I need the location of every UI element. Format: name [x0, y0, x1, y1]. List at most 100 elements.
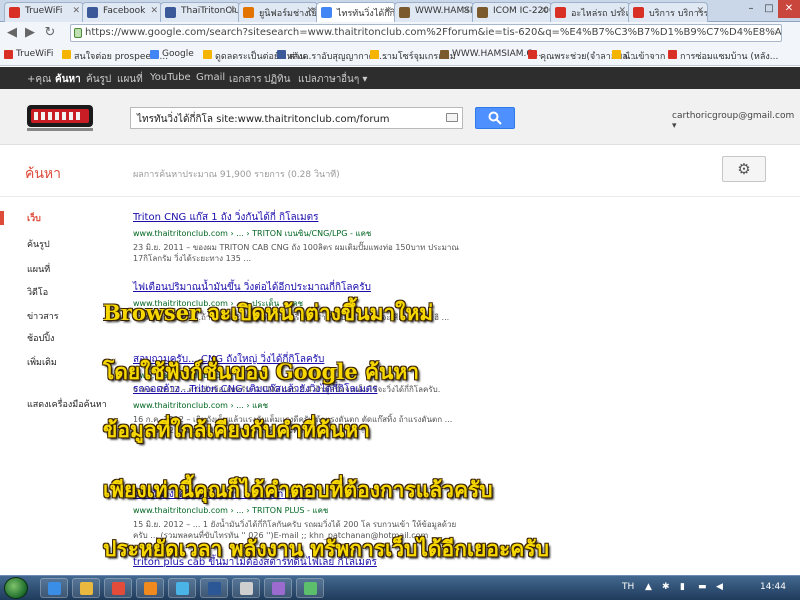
taskbar-button[interactable]	[104, 578, 132, 598]
result-stats: ผลการค้นหาประมาณ 91,900 รายการ (0.28 วิน…	[133, 170, 340, 180]
bookmark-label: การซ่อมแซมบ้าน (หลัง...	[680, 52, 779, 62]
google-bar-link[interactable]: แผนที่	[117, 72, 143, 87]
close-tab-icon[interactable]: ✕	[384, 6, 392, 16]
browser-tab[interactable]: TrueWiFi ✕	[4, 2, 84, 22]
close-tab-icon[interactable]: ✕	[306, 6, 314, 16]
start-button[interactable]	[4, 577, 28, 599]
caption-line-4: เพียงเท่านี้คุณก็ได้คำตอบที่ต้องการแล้วค…	[103, 477, 493, 502]
result-snippet: 23 มิ.ย. 2011 – ของผม TRITON CAB CNG ถัง…	[133, 243, 459, 263]
search-input[interactable]: ไทรทันวิ่งได้กี่กิโล site:www.thaitriton…	[130, 107, 463, 129]
google-bar-link[interactable]: Gmail	[196, 72, 225, 83]
close-tab-icon[interactable]: ✕	[72, 6, 80, 16]
language-indicator[interactable]: TH	[622, 582, 634, 592]
site-logo[interactable]	[25, 101, 95, 133]
left-nav-item[interactable]: เว็บ	[27, 211, 41, 225]
google-bar-link[interactable]: อื่นๆ ▾	[341, 72, 367, 87]
favicon-icon	[399, 7, 410, 18]
result-title-link[interactable]: Triton CNG แก๊ส 1 ถัง วิ่งกันได้กี่ กิโล…	[133, 210, 463, 225]
close-tab-icon[interactable]: ✕	[228, 6, 236, 16]
word-icon	[208, 582, 221, 595]
browser-tab[interactable]: อะไหล่รถ ประเดิม✕	[550, 2, 630, 22]
bluetooth-icon[interactable]: ✱	[662, 582, 670, 592]
left-nav-item[interactable]: เพิ่มเติม	[27, 355, 57, 369]
browser-tab[interactable]: บริการ บริการรถย✕	[628, 2, 708, 22]
bookmark-item[interactable]: TrueWiFi	[4, 49, 53, 59]
bookmark-icon	[440, 50, 449, 59]
forward-icon[interactable]: ▶	[22, 25, 38, 41]
browser-tab[interactable]: WWW.HAMSIAM.C✕	[394, 2, 474, 22]
network-icon[interactable]: ▮	[680, 582, 685, 592]
browser-tab[interactable]: ไทรทันวิ่งได้กี่กิโล✕	[316, 2, 396, 22]
google-bar-link[interactable]: ค้นรูป	[86, 72, 111, 87]
close-tab-icon[interactable]: ✕	[462, 6, 470, 16]
close-tab-icon[interactable]: ✕	[150, 6, 158, 16]
caption-line-2: โดยใช้ฟังก์ชั่นของ Google ค้นหา	[103, 359, 420, 384]
bookmark-icon	[370, 50, 379, 59]
browser-tab[interactable]: ICOM IC-2200 ✕	[472, 2, 552, 22]
settings-button[interactable]: ⚙	[722, 156, 766, 182]
battery-icon[interactable]: ▬	[698, 582, 707, 592]
bookmark-item[interactable]: Google	[150, 49, 194, 59]
clock[interactable]: 14:44	[760, 582, 786, 592]
taskbar-button[interactable]	[136, 578, 164, 598]
taskbar-button[interactable]	[296, 578, 324, 598]
keyboard-icon[interactable]	[446, 113, 458, 122]
left-nav-item[interactable]: แผนที่	[27, 262, 50, 276]
caption-line-1: Browser จะเปิดหน้าต่างขึ้นมาใหม่	[103, 300, 434, 325]
browser-tab[interactable]: ThaiTritonClub ✕	[160, 2, 240, 22]
address-bar[interactable]: https://www.google.com/search?sitesearch…	[70, 24, 782, 42]
bookmark-item[interactable]: นำเข้าจาก IE	[612, 49, 676, 63]
search-icon	[488, 111, 502, 125]
left-nav-item[interactable]: วิดีโอ	[27, 285, 48, 299]
result-title-link[interactable]: ไฟเตือนปริมาณน้ำมันขึ้น วิ่งต่อได้อีกประ…	[133, 280, 463, 295]
folder-icon	[80, 582, 93, 595]
taskbar-button[interactable]	[200, 578, 228, 598]
google-bar-link[interactable]: +คุณ	[27, 72, 51, 87]
close-window-button[interactable]: ✕	[778, 0, 800, 18]
search-button[interactable]	[475, 107, 515, 129]
lock-icon	[74, 28, 82, 38]
ie-icon	[48, 582, 61, 595]
taskbar-button[interactable]	[168, 578, 196, 598]
google-bar-link[interactable]: ค้นหา	[55, 72, 81, 87]
result-url[interactable]: www.thaitritonclub.com › ... › TRITON เบ…	[133, 227, 463, 240]
search-result: Triton CNG แก๊ส 1 ถัง วิ่งกันได้กี่ กิโล…	[133, 210, 463, 264]
bookmark-icon	[277, 50, 286, 59]
bookmark-item[interactable]: WWW.HAMSIAM.C...	[440, 49, 541, 59]
google-bar-link[interactable]: YouTube	[150, 72, 191, 83]
tray-up-icon[interactable]: ▲	[645, 582, 652, 592]
maximize-button[interactable]: □	[760, 0, 778, 18]
taskbar-button[interactable]	[40, 578, 68, 598]
favicon-icon	[555, 7, 566, 18]
left-nav-item[interactable]: ช้อปปิ้ง	[27, 331, 54, 345]
taskbar-button[interactable]	[72, 578, 100, 598]
search-tools-link[interactable]: แสดงเครื่องมือค้นหา	[27, 397, 107, 411]
favicon-icon	[633, 7, 644, 18]
paint-icon	[176, 582, 189, 595]
close-tab-icon[interactable]: ✕	[540, 6, 548, 16]
browser-tab[interactable]: Facebook ✕	[82, 2, 162, 22]
bookmark-icon	[203, 50, 212, 59]
left-nav-item[interactable]: ค้นรูป	[27, 237, 50, 251]
bookmark-icon	[528, 50, 537, 59]
google-bar-link[interactable]: เอกสาร	[229, 72, 262, 87]
result-url[interactable]: www.thaitritonclub.com › ... › แคช	[133, 399, 463, 412]
tab-strip: TrueWiFi ✕ Facebook ✕ ThaiTritonClub ✕ ยูนิฟอร…	[0, 0, 800, 22]
browser-tab[interactable]: ยูนิฟอร์มช่างเย็บ ✕	[238, 2, 318, 22]
close-tab-icon[interactable]: ✕	[696, 6, 704, 16]
google-bar-link[interactable]: ปฏิทิน	[264, 72, 291, 87]
reload-icon[interactable]: ↻	[42, 25, 58, 41]
account-menu[interactable]: carthoricgroup@gmail.com ▾	[672, 111, 800, 131]
bookmark-label: Google	[162, 49, 194, 59]
taskbar-button[interactable]	[232, 578, 260, 598]
minimize-button[interactable]: –	[742, 0, 760, 18]
google-bar-link[interactable]: แปลภาษา	[298, 72, 341, 87]
close-tab-icon[interactable]: ✕	[618, 6, 626, 16]
left-nav-item[interactable]: ข่าวสาร	[27, 309, 59, 323]
tab-title: Facebook	[103, 6, 146, 16]
taskbar-button[interactable]	[264, 578, 292, 598]
bookmark-star-icon[interactable]: ☆	[769, 25, 778, 41]
volume-icon[interactable]: ◀	[716, 582, 723, 592]
bookmark-item[interactable]: การซ่อมแซมบ้าน (หลัง...	[668, 49, 778, 63]
back-icon[interactable]: ◀	[4, 25, 20, 41]
